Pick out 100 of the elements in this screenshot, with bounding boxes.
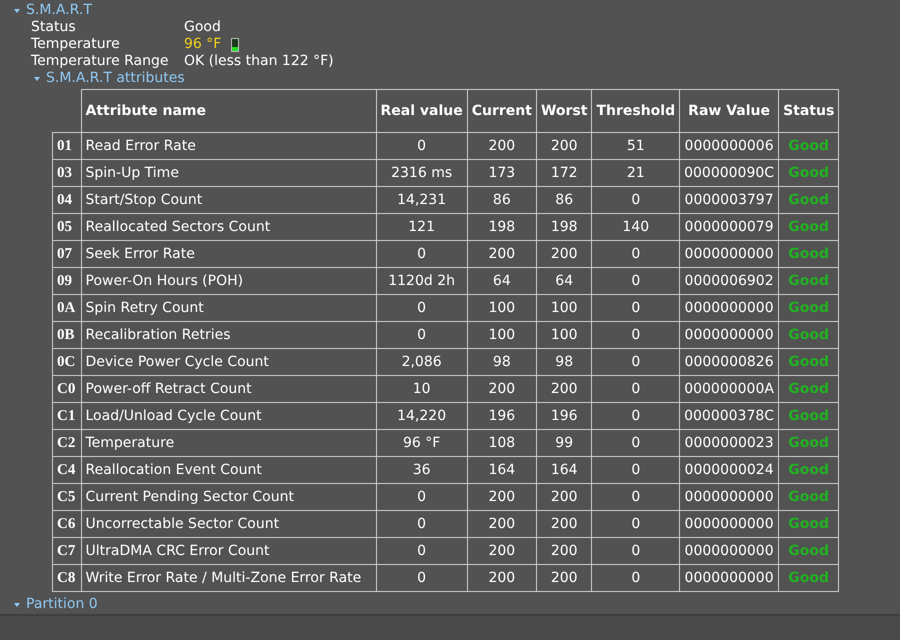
table-cell: 0000000006 [680,132,779,160]
table-cell: 86 [536,186,592,214]
table-cell: 98 [536,348,592,376]
table-cell: 0 [376,240,468,268]
expand-icon [14,8,20,12]
status-cell: Good [778,322,839,348]
table-cell: 100 [467,294,536,322]
table-cell: 0 [592,348,680,376]
status-cell: Good [778,132,839,160]
column-header: Worst [536,90,592,132]
table-cell: 14,220 [376,402,468,430]
table-cell: Power-On Hours (POH) [81,268,376,294]
table-cell: 200 [536,538,592,564]
table-cell: 0 [376,294,468,322]
attribute-id: C8 [52,564,81,592]
table-cell: 198 [467,214,536,240]
table-cell: 172 [536,160,592,186]
table-cell: 0 [592,268,680,294]
status-cell: Good [778,240,839,268]
table-cell: Power-off Retract Count [81,376,376,402]
table-cell: 0000000000 [680,484,779,510]
table-cell: 173 [467,160,536,186]
table-cell: 0 [592,294,680,322]
table-cell: 200 [467,538,536,564]
status-cell: Good [778,564,839,592]
table-cell: Write Error Rate / Multi-Zone Error Rate [81,564,376,592]
table-cell: 0000000000 [680,564,779,592]
table-cell: 0000000000 [680,240,779,268]
column-header: Threshold [592,90,680,132]
attribute-id: 07 [52,240,81,268]
table-cell: 0000003797 [680,186,779,214]
table-cell: Uncorrectable Sector Count [81,510,376,538]
table-cell: 2,086 [376,348,468,376]
status-cell: Good [778,214,839,240]
table-cell: 0 [592,510,680,538]
table-cell: 0 [592,484,680,510]
table-cell: 99 [536,430,592,456]
expand-icon [14,602,20,606]
table-cell: Start/Stop Count [81,186,376,214]
attribute-id: C7 [52,538,81,564]
table-cell: 0 [592,240,680,268]
table-cell: 000000090C [680,160,779,186]
table-cell: 0 [376,538,468,564]
table-cell: 200 [467,376,536,402]
table-cell: 0 [376,484,468,510]
table-cell: Reallocation Event Count [81,456,376,484]
info-value: 96 °F [184,36,222,53]
table-cell: 0000000079 [680,214,779,240]
table-cell: 0 [592,186,680,214]
expand-icon [34,76,40,80]
attribute-id: 05 [52,214,81,240]
table-cell: 121 [376,214,468,240]
table-cell: Current Pending Sector Count [81,484,376,510]
table-cell: 140 [592,214,680,240]
table-cell: 196 [536,402,592,430]
table-cell: 0 [592,456,680,484]
status-cell: Good [778,294,839,322]
table-cell: 36 [376,456,468,484]
attribute-id: 09 [52,268,81,294]
table-cell: 14,231 [376,186,468,214]
table-cell: 0000000000 [680,538,779,564]
table-cell: 200 [536,132,592,160]
attribute-id: 03 [52,160,81,186]
table-cell: 196 [467,402,536,430]
column-header: Raw Value [680,90,779,132]
table-cell: Read Error Rate [81,132,376,160]
table-cell: 0 [376,564,468,592]
table-cell: 0 [376,132,468,160]
section-header[interactable]: Partition 0 [14,596,98,613]
table-cell: 10 [376,376,468,402]
table-cell: 164 [467,456,536,484]
thermometer-icon [231,38,240,52]
table-cell: 0000000000 [680,510,779,538]
table-cell: 000000378C [680,402,779,430]
table-cell: 200 [536,376,592,402]
status-cell: Good [778,268,839,294]
table-cell: UltraDMA CRC Error Count [81,538,376,564]
table-cell: 0 [376,510,468,538]
status-cell: Good [778,160,839,186]
table-cell: 2316 ms [376,160,468,186]
table-cell: 0 [592,376,680,402]
table-cell: 0000000023 [680,430,779,456]
status-cell: Good [778,376,839,402]
table-cell: 000000000A [680,376,779,402]
table-cell: 64 [536,268,592,294]
status-cell: Good [778,456,839,484]
table-cell: 0 [592,564,680,592]
table-cell: 108 [467,430,536,456]
status-cell: Good [778,430,839,456]
column-header: Status [778,90,839,132]
attribute-id: 0B [52,322,81,348]
section-header[interactable]: S.M.A.R.T attributes [34,70,185,87]
status-cell: Good [778,484,839,510]
table-cell: 0000000826 [680,348,779,376]
column-header: Real value [376,90,468,132]
table-cell: 200 [536,484,592,510]
status-cell: Good [778,510,839,538]
column-header: Attribute name [81,90,376,132]
section-header[interactable]: S.M.A.R.T [14,2,92,19]
attribute-id: C1 [52,402,81,430]
